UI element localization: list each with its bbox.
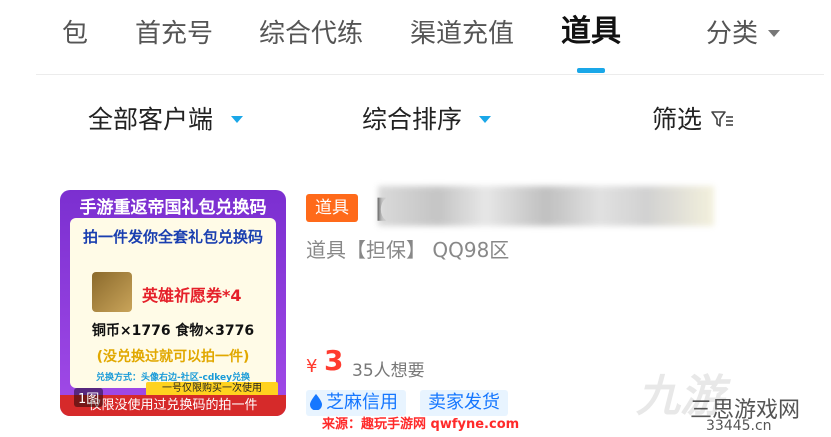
tab-category[interactable]: 分类: [706, 14, 758, 54]
watermark-site-url: 33445.cn: [706, 418, 772, 434]
image-count-badge: 1图: [74, 388, 104, 407]
tab-first-recharge[interactable]: 首充号: [135, 14, 213, 54]
sesame-drop-icon: [310, 394, 322, 410]
filter-button[interactable]: 筛选: [652, 100, 702, 140]
client-filter[interactable]: 全部客户端: [88, 100, 213, 140]
listing-price: 3: [324, 344, 344, 377]
blurred-title: [378, 186, 714, 226]
watermark-source: 来源：趣玩手游网 qwfyne.com: [318, 416, 524, 434]
wants-count: 35人想要: [352, 361, 425, 381]
gift-icon: [92, 272, 132, 312]
chevron-down-icon: [231, 116, 243, 123]
tab-bag[interactable]: 包: [62, 14, 88, 54]
thumbnail-title: 手游重返帝国礼包兑换码: [79, 198, 267, 218]
thumbnail-content: 拍一件发你全套礼包兑换码 英雄祈愿券*4 铜币×1776 食物×3776 (没兑…: [70, 218, 276, 388]
active-tab-indicator: [577, 68, 605, 73]
shipping-badge: 卖家发货: [420, 390, 508, 416]
thumbnail-yellow-strip: 一号仅限购买一次使用: [146, 382, 278, 396]
category-tab-bar: 包 首充号 综合代练 渠道充值 道具 分类: [0, 0, 831, 74]
credit-badge: 芝麻信用: [306, 390, 406, 416]
chevron-down-icon: [768, 30, 780, 37]
thumbnail-line-2: 英雄祈愿券*4: [142, 286, 242, 305]
filter-icon[interactable]: [710, 108, 734, 132]
thumbnail-line-1: 拍一件发你全套礼包兑换码: [82, 228, 263, 246]
tab-boosting[interactable]: 综合代练: [259, 14, 363, 54]
tab-items[interactable]: 道具: [561, 12, 621, 52]
thumbnail-line-3: 铜币×1776 食物×3776: [91, 323, 255, 339]
listing-subtitle: 道具【担保】 QQ98区: [306, 238, 510, 262]
currency-symbol: ¥: [306, 356, 318, 377]
credit-badge-label: 芝麻信用: [326, 392, 398, 413]
chevron-down-icon: [479, 116, 491, 123]
category-tag: 道具: [306, 194, 358, 222]
listing-thumbnail[interactable]: 手游重返帝国礼包兑换码 拍一件发你全套礼包兑换码 英雄祈愿券*4 铜币×1776…: [60, 190, 286, 416]
thumbnail-line-4: (没兑换过就可以拍一件): [96, 349, 250, 365]
tab-channel-recharge[interactable]: 渠道充值: [410, 14, 514, 54]
divider: [36, 74, 824, 75]
sort-filter[interactable]: 综合排序: [362, 100, 462, 140]
